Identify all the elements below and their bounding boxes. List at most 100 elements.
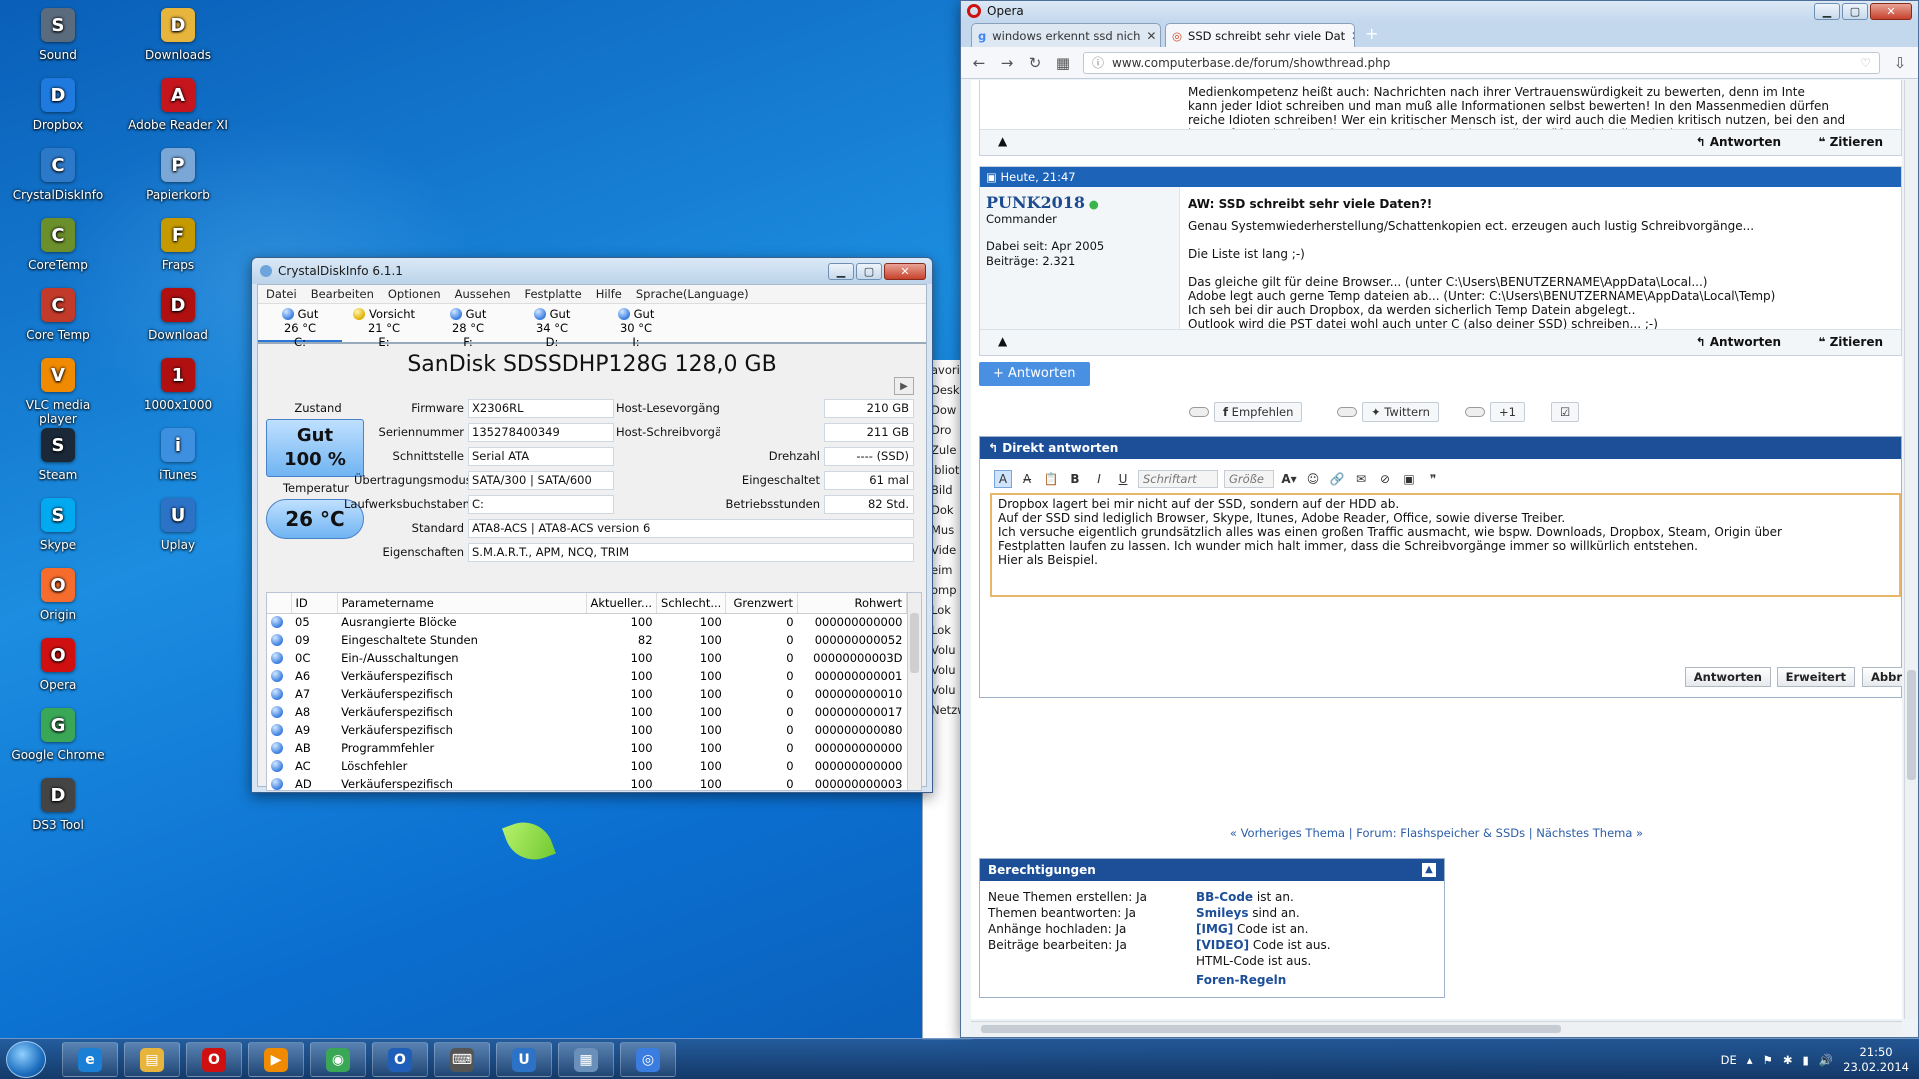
twitter-button[interactable]: ✦ Twittern — [1362, 402, 1439, 422]
taskbar-app-button[interactable]: ▦ — [558, 1042, 614, 1077]
quote-button[interactable]: ❝ Zitieren — [1818, 335, 1883, 349]
h-scroll-thumb[interactable] — [981, 1025, 1561, 1033]
submit-reply-button[interactable]: Antworten — [1684, 667, 1771, 687]
table-row[interactable]: AB Programmfehler 100 100 0 000000000000 — [267, 739, 907, 757]
clock[interactable]: 21:50 23.02.2014 — [1843, 1045, 1909, 1075]
taskbar-app-button[interactable]: O — [372, 1042, 428, 1077]
forum-link[interactable]: Forum: Flashspeicher & SSDs — [1356, 826, 1525, 840]
underline-icon[interactable]: U — [1114, 470, 1132, 488]
menu-item[interactable]: Aussehen — [455, 287, 511, 301]
share-settings-checkbox[interactable]: ☑ — [1551, 402, 1580, 422]
volume-icon[interactable]: 🔊 — [1819, 1053, 1833, 1067]
table-row[interactable]: A8 Verkäuferspezifisch 100 100 0 000000000017 — [267, 703, 907, 721]
next-drive-button[interactable]: ▶ — [894, 377, 914, 395]
back-arrow-icon[interactable]: ← — [971, 54, 987, 72]
minimize-button[interactable]: ▁ — [1814, 2, 1840, 20]
checkbox-icon[interactable]: ☑ — [1551, 402, 1580, 422]
bold-icon[interactable]: B — [1066, 470, 1084, 488]
opera-titlebar[interactable]: Opera ▁ ▢ ✕ — [961, 1, 1918, 21]
taskbar-app-button[interactable]: U — [496, 1042, 552, 1077]
close-button[interactable]: ✕ — [1870, 2, 1912, 20]
taskbar-app-button[interactable]: ▤ — [124, 1042, 180, 1077]
username-link[interactable]: PUNK2018 — [986, 193, 1085, 212]
language-indicator[interactable]: DE — [1721, 1053, 1737, 1067]
new-reply-button[interactable]: + Antworten — [979, 362, 1090, 386]
horizontal-scrollbar[interactable] — [971, 1021, 1902, 1035]
drive-button[interactable]: Gut 34 °C D: — [510, 304, 594, 349]
desktop-icon[interactable]: S Skype — [8, 492, 108, 572]
column-header[interactable]: Parametername — [337, 593, 587, 614]
desktop-icon[interactable]: O Origin — [8, 562, 108, 642]
minimize-button[interactable]: ▁ — [828, 262, 854, 280]
taskbar-app-button[interactable]: ▶ — [248, 1042, 304, 1077]
toggle-switch[interactable] — [1189, 407, 1209, 417]
desktop-icon[interactable]: S Steam — [8, 422, 108, 502]
table-row[interactable]: 05 Ausrangierte Blöcke 100 100 0 000000000000 — [267, 613, 907, 631]
site-info-icon[interactable]: ⓘ — [1092, 54, 1104, 71]
desktop-icon[interactable]: C CoreTemp — [8, 212, 108, 292]
start-button[interactable] — [6, 1041, 46, 1078]
cancel-reply-button[interactable]: Abbr — [1861, 667, 1902, 687]
bookmark-heart-icon[interactable]: ♡ — [1860, 56, 1871, 70]
reply-button[interactable]: ↰ Antworten — [1696, 335, 1781, 349]
share-googleplus[interactable]: +1 — [1465, 402, 1525, 422]
table-row[interactable]: A6 Verkäuferspezifisch 100 100 0 000000000001 — [267, 667, 907, 685]
column-header[interactable]: Aktueller... — [586, 593, 658, 614]
table-row[interactable]: A9 Verkäuferspezifisch 100 100 0 000000000080 — [267, 721, 907, 739]
speed-dial-grid-icon[interactable]: ▦ — [1055, 54, 1071, 72]
quote-button[interactable]: ❝ Zitieren — [1818, 135, 1883, 149]
font-color-icon[interactable]: A ▾ — [1280, 470, 1298, 488]
forward-arrow-icon[interactable]: → — [999, 54, 1015, 72]
scroll-thumb[interactable] — [1907, 670, 1916, 780]
smiley-icon[interactable]: ☺ — [1304, 470, 1322, 488]
font-size-select[interactable]: Größe — [1224, 470, 1274, 488]
crystaldiskinfo-window[interactable]: CrystalDiskInfo 6.1.1 ▁ ▢ ✕ Datei Bearbei… — [251, 257, 933, 793]
smart-attributes-table[interactable]: ID Parametername Aktueller... Schlecht... Gr… — [266, 592, 922, 791]
forum-rules-link[interactable]: Foren-Regeln — [1196, 973, 1286, 987]
desktop-icon[interactable]: P Papierkorb — [128, 142, 228, 222]
code-setting-link[interactable]: BB-Code — [1196, 890, 1253, 904]
smart-scrollbar[interactable] — [907, 593, 921, 790]
menu-item[interactable]: Optionen — [388, 287, 441, 301]
collapse-icon[interactable]: ▲ — [1422, 863, 1436, 877]
column-header[interactable]: Grenzwert — [725, 593, 799, 614]
page-scrollbar[interactable] — [1904, 80, 1918, 1019]
warning-triangle-icon[interactable]: ▲ — [998, 134, 1007, 148]
desktop-icon[interactable]: U Uplay — [128, 492, 228, 572]
column-header[interactable]: ID — [291, 593, 338, 614]
toggle-switch[interactable] — [1337, 407, 1357, 417]
drive-button[interactable]: Vorsicht 21 °C E: — [342, 304, 426, 349]
unlink-icon[interactable]: ⊘ — [1376, 470, 1394, 488]
italic-icon[interactable]: I — [1090, 470, 1108, 488]
table-row[interactable]: A7 Verkäuferspezifisch 100 100 0 000000000010 — [267, 685, 907, 703]
toggle-switch[interactable] — [1465, 407, 1485, 417]
drive-button[interactable]: Gut 26 °C C: — [258, 304, 342, 349]
googleplus-button[interactable]: +1 — [1490, 402, 1525, 422]
desktop-icon[interactable]: O Opera — [8, 632, 108, 712]
new-tab-button[interactable]: + — [1359, 24, 1384, 47]
remove-format-icon[interactable]: A̶ — [1018, 470, 1036, 488]
reload-icon[interactable]: ↻ — [1027, 54, 1043, 72]
column-header[interactable]: Schlecht... — [656, 593, 727, 614]
taskbar-app-button[interactable]: ◎ — [620, 1042, 676, 1077]
column-header[interactable]: Rohwert — [797, 593, 907, 614]
drive-button[interactable]: Gut 30 °C I: — [594, 304, 678, 349]
image-icon[interactable]: ▣ — [1400, 470, 1418, 488]
desktop-icon[interactable]: C Core Temp — [8, 282, 108, 362]
menu-item[interactable]: Datei — [266, 287, 297, 301]
table-row[interactable]: 09 Eingeschaltete Stunden 82 100 0 0000000000… — [267, 631, 907, 649]
desktop-icon[interactable]: A Adobe Reader XI — [128, 72, 228, 152]
warning-triangle-icon[interactable]: ▲ — [998, 334, 1007, 348]
format-icon[interactable]: A — [994, 470, 1012, 488]
quote-icon[interactable]: ❞ — [1424, 470, 1442, 488]
table-row[interactable]: 0C Ein-/Ausschaltungen 100 100 0 00000000003D — [267, 649, 907, 667]
signal-icon[interactable]: ▮ — [1802, 1053, 1808, 1067]
menu-item[interactable]: Hilfe — [596, 287, 622, 301]
next-thread-link[interactable]: Nächstes Thema » — [1536, 826, 1643, 840]
desktop-icon[interactable]: G Google Chrome — [8, 702, 108, 782]
share-twitter[interactable]: ✦ Twittern — [1337, 402, 1439, 422]
table-row[interactable]: AC Löschfehler 100 100 0 000000000000 — [267, 757, 907, 775]
code-setting-link[interactable]: [IMG] — [1196, 922, 1233, 936]
code-setting-link[interactable]: [VIDEO] — [1196, 938, 1249, 952]
desktop-icon[interactable]: D Downloads — [128, 2, 228, 82]
